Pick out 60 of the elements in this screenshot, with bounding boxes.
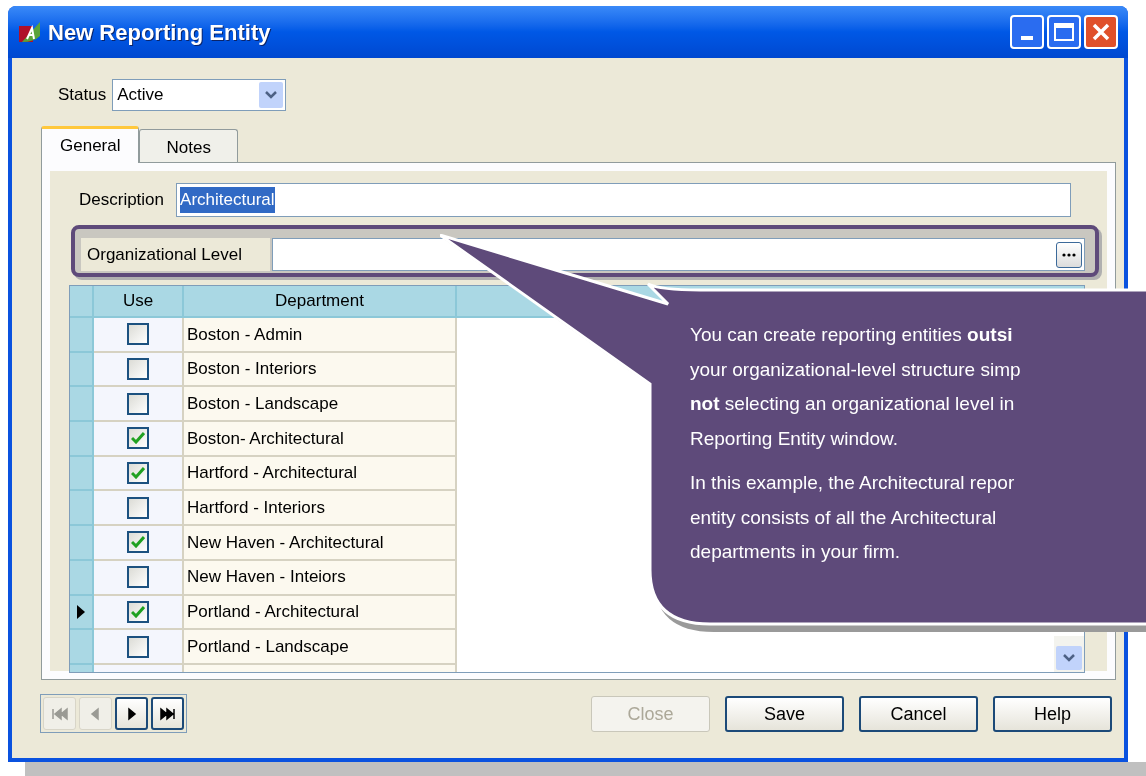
- last-record-button[interactable]: [151, 697, 184, 730]
- table-cell: Boston - Admin: [184, 318, 457, 353]
- row-header[interactable]: [70, 595, 94, 631]
- column-header[interactable]: Department: [184, 286, 457, 316]
- checkmark-icon: [131, 467, 145, 480]
- close-icon: [1091, 22, 1111, 42]
- table-cell: Hartford - Architectural: [184, 456, 457, 492]
- dialog-button[interactable]: Save: [725, 696, 844, 732]
- table-cell: Portland - Architectural: [184, 595, 457, 631]
- tab[interactable]: Notes: [139, 129, 238, 162]
- close-button[interactable]: [1084, 15, 1118, 49]
- app-logo-icon: [18, 20, 42, 44]
- table-cell: Portland - Landscape: [184, 630, 457, 665]
- status-dropdown[interactable]: Active: [112, 79, 287, 111]
- checkbox[interactable]: [127, 323, 149, 346]
- dialog-button[interactable]: Cancel: [859, 696, 978, 732]
- next-record-button[interactable]: [115, 697, 148, 730]
- table-cell: Boston - Interiors: [184, 352, 457, 388]
- caret-icon: [265, 91, 278, 99]
- column-header[interactable]: Use: [94, 286, 184, 316]
- checkbox[interactable]: [127, 496, 149, 519]
- scroll-down-button[interactable]: [1056, 646, 1082, 670]
- checkbox[interactable]: [127, 600, 149, 623]
- checkbox[interactable]: [127, 427, 149, 450]
- table-cell: Hartford - Interiors: [184, 491, 457, 527]
- description-label: Description: [79, 189, 165, 212]
- minimize-icon: [1021, 36, 1033, 40]
- minimize-button[interactable]: [1010, 15, 1044, 49]
- dropdown-button[interactable]: [259, 82, 284, 108]
- table-cell: New Haven - Architectural: [184, 526, 457, 561]
- checkmark-icon: [131, 536, 145, 549]
- table-cell: Boston- Architectural: [184, 422, 457, 457]
- ellipsis-icon: [1062, 252, 1076, 257]
- callout-paragraph: You can create reporting entities outsi your organizational-level structure simp not selecting an organizational level in Reporting Entity window.: [690, 323, 1021, 451]
- skip-to-start-icon: [50, 706, 69, 721]
- browse-button[interactable]: [1056, 241, 1082, 268]
- organizational-level-label: Organizational Level: [81, 238, 270, 271]
- maximize-icon: [1054, 23, 1074, 41]
- checkmark-icon: [131, 432, 145, 445]
- status-label: Status: [58, 84, 107, 107]
- description-field[interactable]: Architectural: [176, 183, 1072, 217]
- scrollbar[interactable]: [1054, 636, 1084, 672]
- organizational-level-field[interactable]: [272, 238, 1085, 271]
- checkbox[interactable]: [127, 358, 149, 381]
- checkbox[interactable]: [127, 392, 149, 415]
- dialog-button[interactable]: Help: [993, 696, 1112, 732]
- table-cell: New Haven - Inteiors: [184, 560, 457, 596]
- table-cell: Boston - Landscape: [184, 387, 457, 423]
- current-row-icon: [77, 604, 85, 619]
- checkbox[interactable]: [127, 462, 149, 485]
- window-title: New Reporting Entity: [48, 18, 271, 47]
- tab[interactable]: General: [41, 126, 140, 163]
- checkbox[interactable]: [127, 531, 149, 554]
- checkmark-icon: [131, 605, 145, 618]
- checkbox[interactable]: [127, 635, 149, 658]
- skip-to-end-icon: [158, 706, 177, 721]
- callout-paragraph: In this example, the Architectural repor entity consists of all the Architectural departments in your firm.: [690, 471, 1016, 564]
- maximize-button[interactable]: [1047, 15, 1081, 49]
- caret-icon: [1063, 654, 1075, 662]
- checkbox[interactable]: [127, 566, 149, 589]
